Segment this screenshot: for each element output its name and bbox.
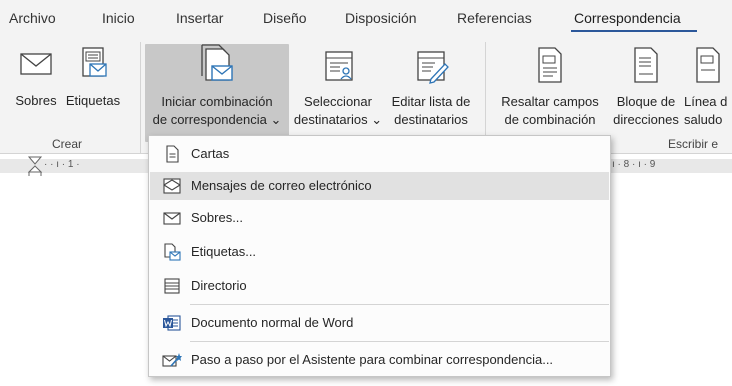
indent-marker-icon[interactable] [28, 156, 42, 178]
menu-item-mensajes[interactable]: Mensajes de correo electrónico [150, 172, 609, 200]
seleccionar-label-2: destinatarios [293, 112, 368, 127]
resaltar-label-2: de combinación [504, 112, 596, 127]
tab-diseno[interactable]: Diseño [263, 10, 307, 26]
tab-insertar[interactable]: Insertar [176, 10, 223, 26]
editar-label-2: destinatarios [394, 112, 468, 127]
menu-item-label: Documento normal de Word [191, 315, 354, 330]
tab-correspondencia[interactable]: Correspondencia [574, 10, 681, 26]
resaltar-label-1: Resaltar campos [501, 94, 599, 109]
address-block-icon [634, 47, 658, 83]
bloque-direcciones-button[interactable]: Bloque de direcciones [610, 44, 682, 129]
label-icon [164, 243, 181, 261]
greeting-line-icon [696, 47, 720, 83]
bloque-label-1: Bloque de [616, 94, 676, 109]
iniciar-label-2: de correspondencia [152, 112, 267, 127]
envelope-icon [20, 53, 52, 75]
ruler-marks-left: · · ı · 1 · [44, 159, 80, 170]
tab-referencias[interactable]: Referencias [457, 10, 532, 26]
linea-saludo-button[interactable]: Línea d saludo [684, 44, 732, 129]
seleccionar-label-1: Seleccionar [304, 94, 372, 109]
sobres-label: Sobres [15, 93, 57, 108]
select-recipients-icon [325, 51, 353, 81]
envelope-open-icon [163, 178, 181, 194]
menu-item-label: Sobres... [191, 210, 244, 225]
edit-recipient-list-icon [417, 51, 449, 84]
highlight-fields-icon [538, 47, 562, 83]
linea-label-1: Línea d [684, 94, 728, 109]
menu-item-label: Mensajes de correo electrónico [191, 178, 372, 193]
start-mail-merge-icon [201, 44, 233, 81]
iniciar-combinacion-button[interactable]: Iniciar combinación de correspondencia ⌄ [145, 44, 289, 142]
editar-lista-button[interactable]: Editar lista de destinatarios [384, 44, 478, 129]
active-tab-indicator [571, 30, 697, 32]
menu-item-label: Directorio [191, 278, 247, 293]
ruler-marks-right: ı · 8 · ı · 9 [612, 159, 656, 170]
tab-archivo[interactable]: Archivo [9, 10, 56, 26]
label-icon [82, 47, 107, 77]
menu-separator [190, 341, 609, 342]
menu-item-cartas[interactable]: Cartas [150, 140, 609, 168]
chevron-down-icon: ⌄ [270, 112, 282, 127]
word-icon [163, 315, 181, 331]
tab-inicio[interactable]: Inicio [102, 10, 135, 26]
iniciar-label-1: Iniciar combinación [161, 94, 273, 109]
mail-merge-dropdown-menu: Cartas Mensajes de correo electrónico So… [148, 135, 611, 377]
sobres-button[interactable]: Sobres [10, 44, 62, 110]
resaltar-campos-button[interactable]: Resaltar campos de combinación [494, 44, 606, 129]
menu-item-label: Etiquetas... [191, 244, 257, 259]
etiquetas-button[interactable]: Etiquetas [62, 44, 124, 110]
menu-item-etiquetas[interactable]: Etiquetas... [150, 238, 609, 266]
list-icon [164, 278, 180, 294]
wizard-icon [162, 353, 182, 367]
group-label-escribir: Escribir e [668, 137, 719, 151]
menu-item-label: Cartas [191, 146, 230, 161]
document-icon [166, 145, 179, 163]
tab-disposicion[interactable]: Disposición [345, 10, 417, 26]
menu-item-label: Paso a paso por el Asistente para combin… [191, 352, 554, 367]
group-separator [140, 42, 141, 154]
editar-label-1: Editar lista de [391, 94, 471, 109]
etiquetas-label: Etiquetas [65, 93, 121, 108]
envelope-icon [163, 212, 181, 225]
menu-item-directorio[interactable]: Directorio [150, 272, 609, 300]
menu-item-sobres[interactable]: Sobres... [150, 204, 609, 232]
menu-item-documento-word[interactable]: Documento normal de Word [150, 309, 609, 337]
ribbon-tabs: Archivo Inicio Insertar Diseño Disposici… [0, 0, 732, 36]
linea-label-2: saludo [684, 112, 723, 127]
menu-item-asistente[interactable]: Paso a paso por el Asistente para combin… [150, 346, 609, 374]
chevron-down-icon: ⌄ [371, 112, 383, 127]
seleccionar-destinatarios-button[interactable]: Seleccionar destinatarios ⌄ [293, 44, 383, 129]
bloque-label-2: direcciones [613, 112, 679, 127]
group-label-crear: Crear [52, 137, 83, 151]
menu-separator [190, 304, 609, 305]
